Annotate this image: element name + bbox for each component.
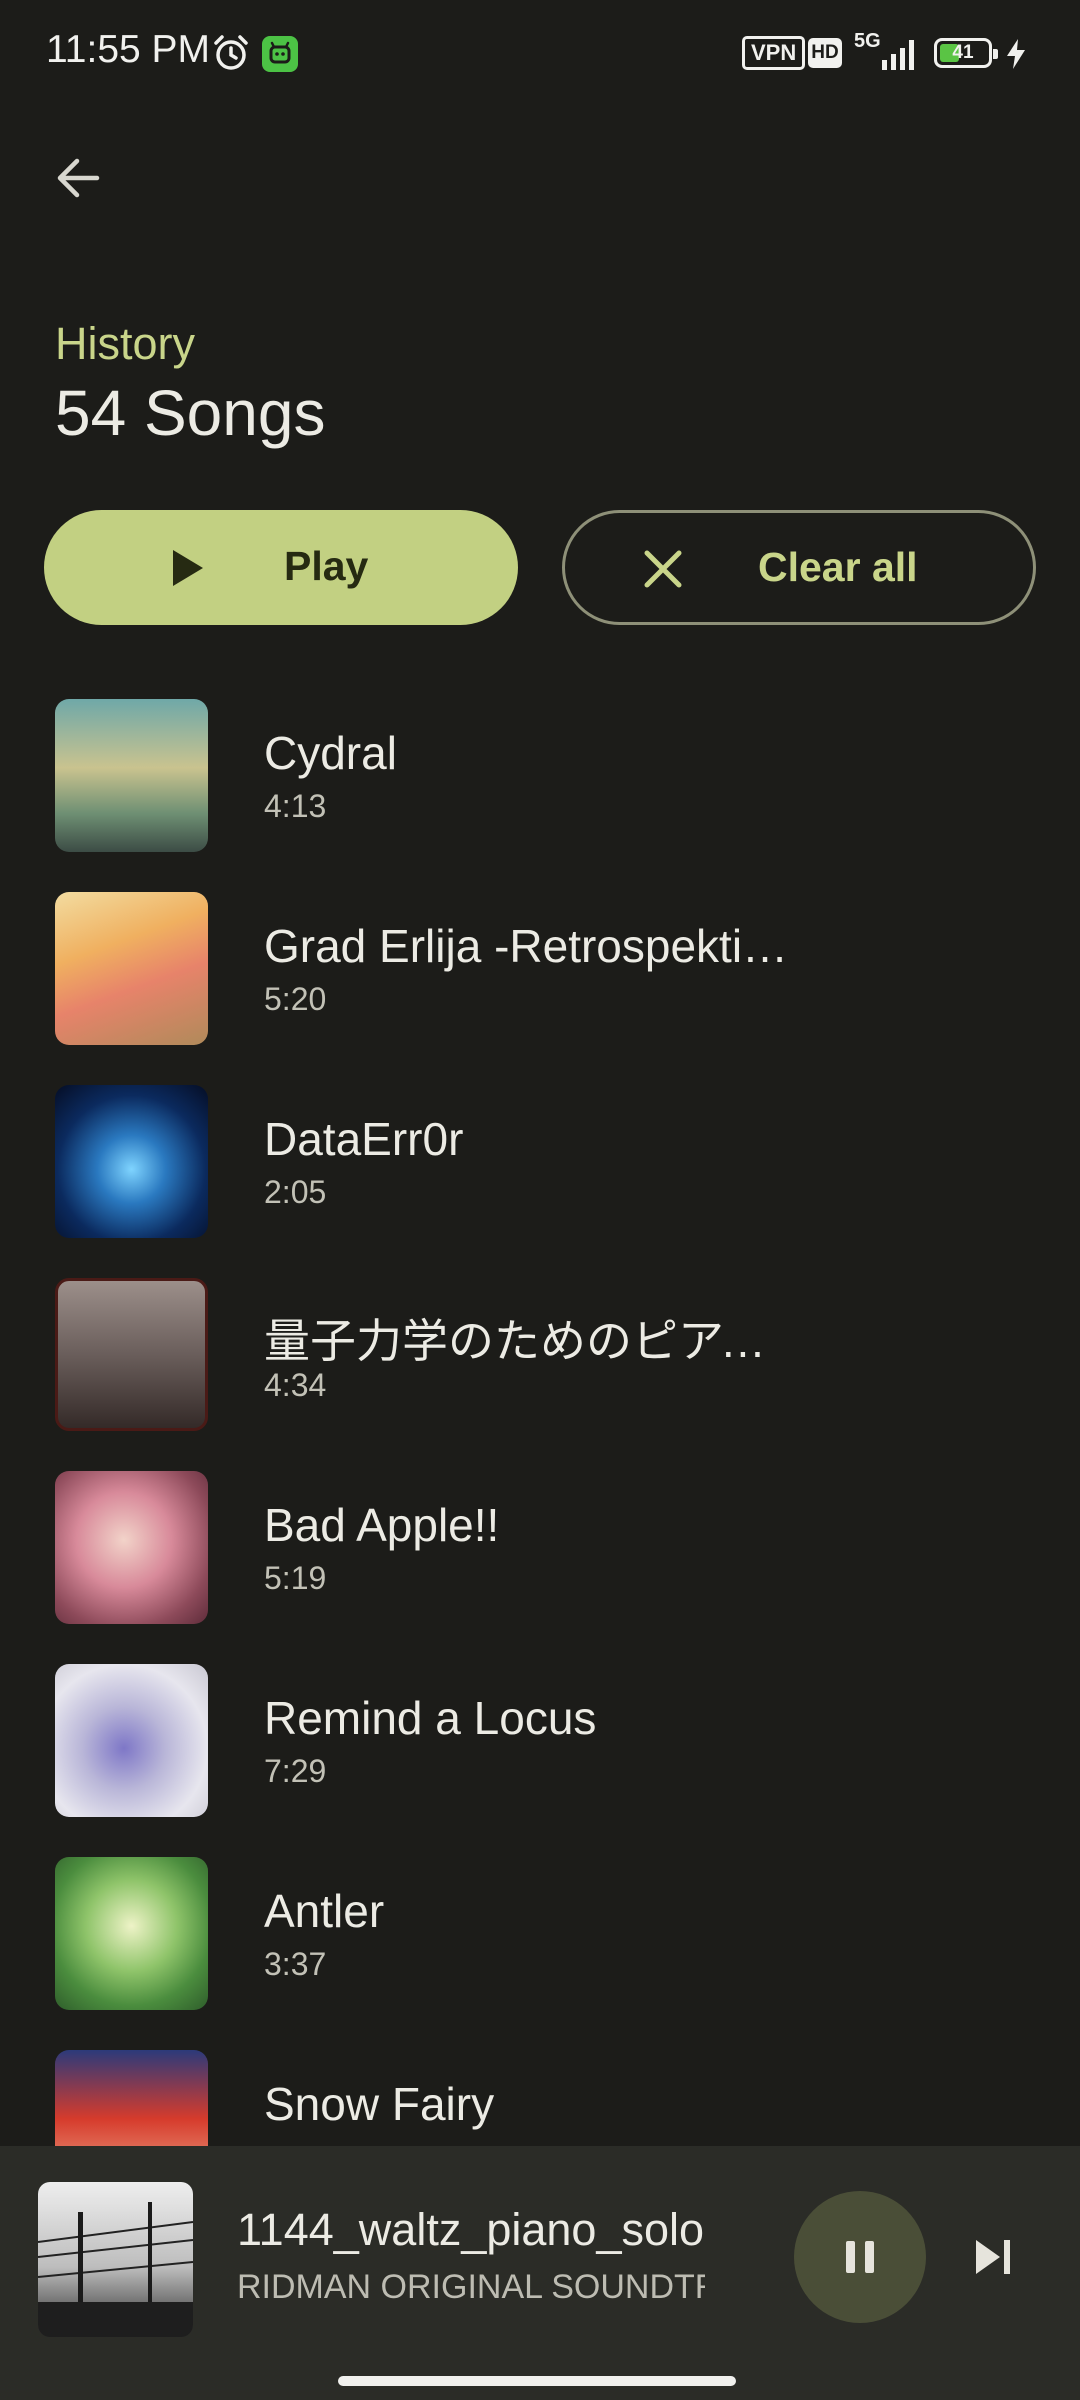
song-duration: 5:20 (264, 981, 327, 1017)
now-playing-album-art (38, 2182, 193, 2337)
album-art (55, 1664, 208, 1817)
song-list[interactable]: Cydral 4:13 Grad Erlija -Retrospekti… 5:… (0, 676, 1080, 2146)
status-time: 11:55 PM (46, 28, 211, 71)
play-all-button[interactable]: Play (44, 510, 518, 625)
song-title: 量子力学のためのピアノ… (264, 1315, 804, 1367)
clear-button-label: Clear all (758, 544, 918, 590)
battery-percent: 41 (952, 42, 974, 63)
song-duration: 4:13 (264, 788, 327, 824)
album-art (55, 1471, 208, 1624)
song-duration: 3:37 (264, 1946, 327, 1982)
alarm-clock-icon (214, 35, 248, 70)
network-type: 5G (854, 30, 881, 52)
pause-icon (846, 2241, 874, 2273)
mini-player[interactable]: 1144_waltz_piano_solo RIDMAN ORIGINAL SO… (0, 2146, 1080, 2400)
charging-icon (1007, 39, 1025, 69)
now-playing-album: RIDMAN ORIGINAL SOUNDTRA (237, 2268, 705, 2306)
album-art (55, 699, 208, 852)
song-title: Cydral (264, 727, 397, 779)
song-row[interactable]: Cydral 4:13 (0, 676, 1080, 869)
song-row[interactable]: Snow Fairy (0, 2027, 1080, 2146)
app-notification-icon (262, 36, 298, 72)
pause-button[interactable] (794, 2191, 926, 2323)
page-subtitle: History (55, 318, 196, 369)
song-duration: 4:34 (264, 1367, 327, 1403)
album-art (55, 1085, 208, 1238)
home-indicator[interactable] (338, 2376, 736, 2386)
clear-all-button[interactable]: Clear all (562, 510, 1036, 625)
signal-icon (882, 40, 914, 70)
status-bar: 11:55 PM VPN HD 5G 41 (0, 0, 1080, 110)
song-title: Remind a Locus (264, 1692, 597, 1744)
back-button[interactable] (40, 140, 116, 216)
song-title: Snow Fairy (264, 2078, 495, 2130)
vpn-badge: VPN (742, 36, 806, 70)
arrow-left-icon (57, 158, 100, 198)
song-row[interactable]: Remind a Locus 7:29 (0, 1641, 1080, 1834)
song-duration: 5:19 (264, 1560, 327, 1596)
page-title: 54 Songs (55, 377, 326, 449)
song-duration: 2:05 (264, 1174, 327, 1210)
song-title: Grad Erlija -Retrospekti… (264, 920, 789, 972)
song-title: Antler (264, 1885, 385, 1937)
song-row[interactable]: Grad Erlija -Retrospekti… 5:20 (0, 869, 1080, 1062)
close-icon (644, 550, 682, 588)
song-duration: 7:29 (264, 1753, 327, 1789)
album-art (55, 1857, 208, 2010)
now-playing-title: 1144_waltz_piano_solo (237, 2204, 705, 2255)
history-screen: 11:55 PM VPN HD 5G 41 History 54 Songs P… (0, 0, 1080, 2400)
album-art (55, 2050, 208, 2146)
hd-badge: HD (808, 38, 842, 68)
song-row[interactable]: Antler 3:37 (0, 1834, 1080, 2027)
power-lines-artwork (38, 2202, 193, 2337)
album-art (55, 892, 208, 1045)
song-row[interactable]: DataErr0r 2:05 (0, 1062, 1080, 1255)
song-row[interactable]: Bad Apple!! 5:19 (0, 1448, 1080, 1641)
album-art (55, 1278, 208, 1431)
song-title: DataErr0r (264, 1113, 464, 1165)
play-button-label: Play (284, 543, 369, 589)
play-icon (173, 550, 203, 586)
battery-icon: 41 (934, 38, 998, 68)
song-title: Bad Apple!! (264, 1499, 500, 1551)
skip-next-icon[interactable] (966, 2230, 1020, 2284)
song-row[interactable]: 量子力学のためのピアノ… 4:34 (0, 1255, 1080, 1448)
